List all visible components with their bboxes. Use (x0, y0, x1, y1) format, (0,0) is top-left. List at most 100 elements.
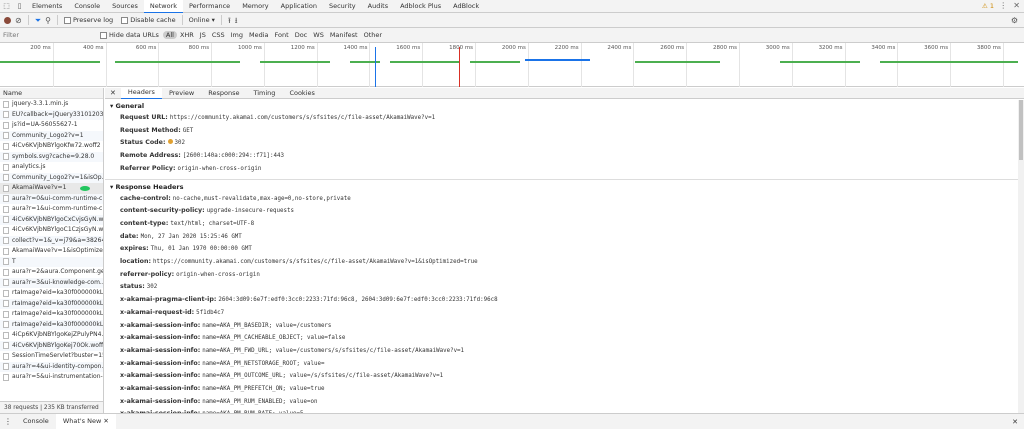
request-row[interactable]: 4iCv6KVjbNBYlgoKej70Ok.woff... (0, 340, 103, 351)
tab-memory[interactable]: Memory (236, 0, 274, 13)
warning-badge[interactable]: ⚠ 1 (982, 2, 994, 10)
throttle-select[interactable]: Online ▾ (189, 16, 215, 24)
request-row[interactable]: T (0, 256, 103, 267)
detail-tab-cookies[interactable]: Cookies (282, 88, 321, 99)
request-row[interactable]: 4iCv6KVjbNBYlgoC1CzjsGyN.w... (0, 225, 103, 236)
request-row[interactable]: Community_Logo2?v=1&isOp... (0, 172, 103, 183)
drawer-tab-what-s-new[interactable]: What's New ✕ (55, 414, 116, 429)
record-icon[interactable] (4, 16, 11, 24)
close-tab-icon[interactable]: ✕ (101, 417, 108, 425)
general-row: Referrer Policy: origin-when-cross-origi… (105, 163, 1024, 176)
filter-type-other[interactable]: Other (361, 31, 385, 39)
request-row[interactable]: 4iCv6KVjbNBYlgoKfw72.woff2 (0, 141, 103, 152)
request-row[interactable]: symbols.svg?cache=9.28.0 (0, 151, 103, 162)
detail-tab-preview[interactable]: Preview (162, 88, 201, 99)
request-row[interactable]: AkamaiWave?v=1&isOptimize... (0, 246, 103, 257)
filter-type-img[interactable]: Img (228, 31, 246, 39)
request-row[interactable]: js?id=UA-56055627-1 (0, 120, 103, 131)
timeline-tick-label: 200 ms (30, 45, 51, 51)
tab-application[interactable]: Application (275, 0, 323, 13)
filter-type-media[interactable]: Media (246, 31, 272, 39)
response-header-row: date: Mon, 27 Jan 2020 15:25:46 GMT (105, 231, 1024, 244)
header-value: upgrade-insecure-requests (206, 208, 294, 215)
request-row[interactable]: EU?callback=jQuery33101203... (0, 109, 103, 120)
request-name: aura?r=4&ui-identity-compon... (12, 362, 103, 370)
tab-adblock[interactable]: AdBlock (447, 0, 485, 13)
tab-elements[interactable]: Elements (26, 0, 68, 13)
request-row[interactable]: rtaImage?eid=ka30f000000kL... (0, 309, 103, 320)
request-row[interactable]: aura?r=2&aura.Component.ge... (0, 267, 103, 278)
request-row[interactable]: aura?r=4&ui-identity-compon... (0, 361, 103, 372)
request-row[interactable]: rtaImage?eid=ka30f000000kL... (0, 288, 103, 299)
filter-type-manifest[interactable]: Manifest (327, 31, 361, 39)
request-row[interactable]: jquery-3.3.1.min.js (0, 99, 103, 110)
tab-network[interactable]: Network (143, 0, 183, 13)
detail-tab-timing[interactable]: Timing (246, 88, 282, 99)
request-row[interactable]: analytics.js (0, 162, 103, 173)
detail-tab-headers[interactable]: Headers (120, 88, 162, 99)
close-detail-icon[interactable]: ✕ (105, 89, 121, 97)
request-row[interactable]: Community_Logo2?v=1 (0, 130, 103, 141)
tab-sources[interactable]: Sources (106, 0, 144, 13)
tab-performance[interactable]: Performance (183, 0, 236, 13)
inspect-element-icon[interactable]: ⬚ (0, 0, 13, 13)
timeline-gridline (686, 43, 688, 87)
filter-type-xhr[interactable]: XHR (177, 31, 197, 39)
import-har-icon[interactable]: ⭱ (228, 13, 231, 28)
device-toolbar-icon[interactable]: ▯ (13, 0, 26, 13)
file-icon (3, 237, 9, 245)
timeline-tick-label: 2000 ms (501, 45, 526, 51)
header-name: x-akamai-request-id: (120, 308, 195, 316)
close-icon[interactable]: ✕ (1013, 1, 1020, 10)
request-row[interactable]: 4iCv6KVjbNBYlgoCxCvjsGyN.w... (0, 214, 103, 225)
name-column-header[interactable]: Name (0, 88, 103, 99)
request-row[interactable]: SessionTimeServlet?buster=15... (0, 351, 103, 362)
request-row[interactable]: aura?r=5&ui-instrumentation-... (0, 372, 103, 383)
request-name: SessionTimeServlet?buster=15... (12, 352, 103, 359)
request-row[interactable]: collect?v=1&_v=j79&a=38264... (0, 235, 103, 246)
request-row[interactable]: aura?r=3&ui-knowledge-com... (0, 277, 103, 288)
request-row[interactable]: AkamaiWave?v=1 (0, 183, 103, 194)
request-name: Community_Logo2?v=1&isOp... (12, 173, 103, 181)
close-drawer-icon[interactable]: ✕ (1012, 418, 1018, 426)
general-section-header[interactable]: ▾ General (105, 99, 1024, 112)
header-name: x-akamai-pragma-client-ip: (120, 296, 217, 304)
disable-cache-checkbox[interactable]: Disable cache (121, 16, 176, 24)
settings-gear-icon[interactable]: ⚙ (1011, 16, 1018, 25)
response-headers-section-header[interactable]: ▾ Response Headers (105, 180, 1024, 193)
timeline-gridline (263, 43, 265, 87)
request-row[interactable]: aura?r=0&ui-comm-runtime-c... (0, 193, 103, 204)
export-har-icon[interactable]: ⭳ (235, 13, 238, 28)
filter-type-ws[interactable]: WS (310, 31, 327, 39)
hide-data-urls-checkbox[interactable]: Hide data URLs (100, 31, 159, 39)
tab-adblock-plus[interactable]: Adblock Plus (394, 0, 447, 13)
filter-type-all[interactable]: All (162, 31, 177, 39)
file-icon (3, 331, 9, 339)
scrollbar-thumb[interactable] (1019, 100, 1023, 160)
filter-type-font[interactable]: Font (272, 31, 292, 39)
filter-type-css[interactable]: CSS (209, 31, 228, 39)
filter-icon[interactable]: ⏷ (35, 13, 41, 28)
clear-icon[interactable]: ⊘ (15, 13, 22, 28)
request-row[interactable]: 4iCp6KVjbNBYlgoKejZPulyPN4... (0, 330, 103, 341)
drawer-tab-console[interactable]: Console (16, 414, 56, 429)
preserve-log-checkbox[interactable]: Preserve log (63, 16, 113, 24)
header-value: name=AKA_PM_NETSTORAGE_ROOT; value= (202, 360, 325, 367)
tab-audits[interactable]: Audits (362, 0, 394, 13)
tab-console[interactable]: Console (68, 0, 106, 13)
response-header-row: x-akamai-request-id: 5f1db4c7 (105, 307, 1024, 320)
response-header-row: x-akamai-session-info: name=AKA_PM_RUM_E… (105, 396, 1024, 409)
request-name: aura?r=0&ui-comm-runtime-c... (12, 194, 103, 202)
tab-security[interactable]: Security (323, 0, 362, 13)
request-row[interactable]: rtaImage?eid=ka30f000000kL... (0, 319, 103, 330)
filter-input[interactable] (0, 29, 96, 41)
more-options-icon[interactable]: ⋮ (999, 1, 1007, 10)
filter-type-js[interactable]: JS (197, 31, 209, 39)
drawer-menu-icon[interactable]: ⋮ (0, 417, 16, 426)
request-row[interactable]: aura?r=1&ui-comm-runtime-c... (0, 204, 103, 215)
search-icon[interactable]: ⚲ (45, 13, 51, 28)
network-overview-timeline[interactable]: 200 ms 400 ms 600 ms 800 ms 1000 ms 1200 ms 14… (0, 43, 1024, 87)
detail-tab-response[interactable]: Response (201, 88, 246, 99)
filter-type-doc[interactable]: Doc (292, 31, 311, 39)
request-row[interactable]: rtaImage?eid=ka30f000000kL... (0, 298, 103, 309)
